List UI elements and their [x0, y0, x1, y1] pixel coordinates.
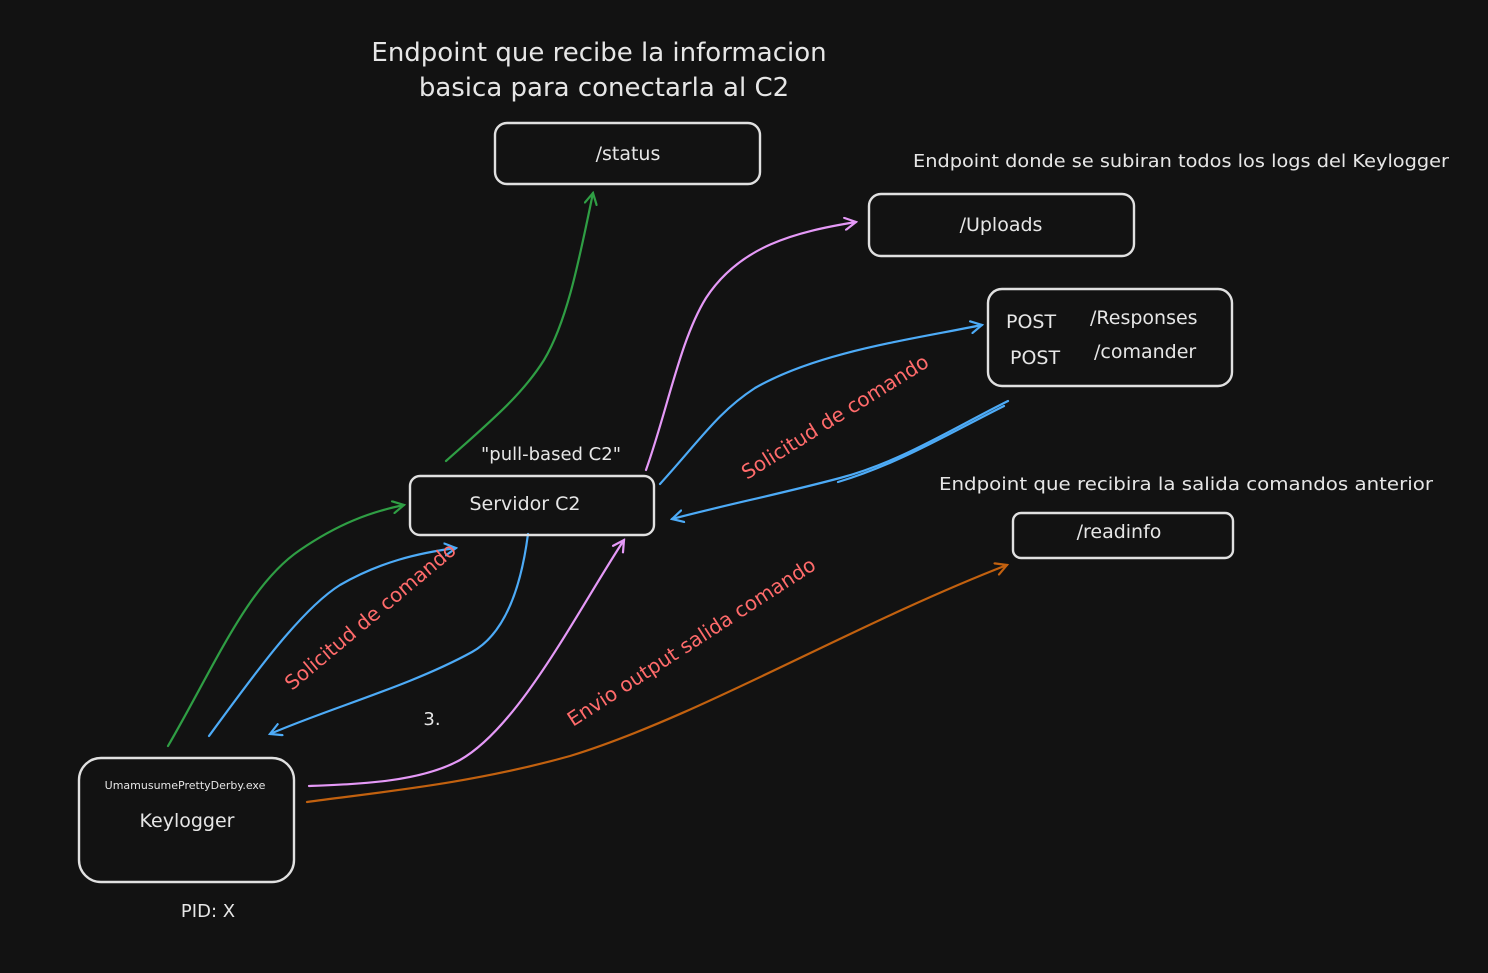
arrow-server-to-keylogger-blue — [270, 532, 530, 734]
uploads-endpoint-label: /Uploads — [960, 214, 1043, 236]
status-endpoint-node: /status — [493, 121, 762, 186]
uploads-note: Endpoint donde se subiran todos los logs… — [913, 151, 1450, 172]
post-endpoints-node: POST /Responses POST /comander — [986, 287, 1234, 388]
readinfo-endpoint-node: /readinfo — [1011, 511, 1235, 560]
server-c2-node: Servidor C2 — [408, 474, 656, 537]
arrow-server-to-status — [444, 193, 593, 463]
uploads-endpoint-node: /Uploads — [867, 192, 1136, 258]
post-method-1: POST — [1006, 311, 1056, 333]
server-c2-label: Servidor C2 — [470, 493, 581, 515]
readinfo-endpoint-label: /readinfo — [1077, 521, 1162, 543]
post-path-comander: /comander — [1094, 341, 1196, 363]
arrow-keylogger-to-readinfo — [305, 565, 1007, 804]
pull-based-note: "pull-based C2" — [481, 444, 621, 465]
status-endpoint-label: /status — [596, 143, 661, 165]
edge-label-envio: Envio output salida comando — [563, 552, 820, 731]
keylogger-exe-label: UmamusumePrettyDerby.exe — [105, 779, 266, 792]
post-path-responses: /Responses — [1090, 307, 1198, 329]
keylogger-label: Keylogger — [140, 810, 235, 832]
post-method-2: POST — [1010, 347, 1060, 369]
keylogger-node: UmamusumePrettyDerby.exe Keylogger — [77, 756, 296, 884]
status-note-line-1: Endpoint que recibe la informacion — [371, 38, 826, 68]
step-number: 3. — [423, 709, 440, 730]
readinfo-note: Endpoint que recibira la salida comandos… — [939, 474, 1434, 495]
arrow-server-to-post — [658, 325, 982, 486]
pid-label: PID: X — [181, 901, 235, 922]
edge-label-solicitud-right: Solicitud de comando — [737, 349, 933, 484]
c2-flow-diagram: Endpoint que recibe la informacion basic… — [77, 38, 1450, 922]
status-note-line-2: basica para conectarla al C2 — [419, 73, 789, 103]
